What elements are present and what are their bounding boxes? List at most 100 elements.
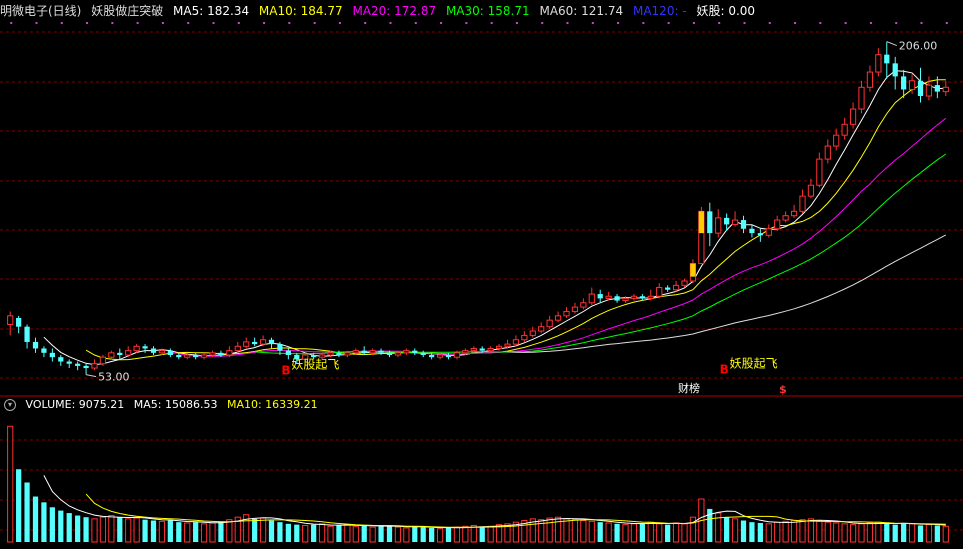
marker-dot	[187, 22, 190, 24]
collapse-icon[interactable]: ▾	[4, 399, 16, 411]
marker-dot	[111, 22, 114, 24]
candle-body	[259, 339, 267, 345]
volume-bar	[892, 524, 898, 542]
marker-dot	[212, 22, 215, 24]
candle-body	[554, 315, 562, 321]
volume-bar	[833, 522, 840, 543]
candle-body	[715, 217, 722, 234]
candle-body	[749, 228, 755, 234]
volume-bar	[681, 523, 688, 543]
candle-body	[403, 350, 410, 354]
candle-body	[512, 339, 520, 345]
volume-bar	[563, 518, 570, 543]
candle-body	[866, 71, 874, 88]
candle-body	[91, 363, 98, 369]
candle-body	[740, 220, 747, 229]
marker-dot	[35, 22, 38, 24]
volume-bar	[327, 525, 334, 543]
candle-body	[336, 352, 342, 355]
candle-body	[538, 326, 545, 332]
candle-body	[639, 296, 645, 299]
volume-bar	[765, 523, 772, 543]
volume-bar	[665, 524, 671, 542]
marker-dot	[515, 22, 518, 24]
candle-body	[361, 350, 367, 353]
candle-body	[158, 350, 166, 354]
volume-bar	[7, 425, 14, 543]
candle-body	[504, 343, 511, 347]
candle-body	[327, 352, 334, 356]
marker-dot	[541, 22, 544, 24]
volume-bar	[24, 482, 30, 542]
candle-body	[32, 341, 39, 349]
volume-bar	[875, 521, 882, 543]
marker-dot	[869, 22, 872, 24]
volume-bar	[193, 522, 199, 542]
ma60-value: MA60: 121.74	[539, 4, 624, 18]
candle-body	[252, 341, 258, 345]
candle-body	[462, 350, 469, 354]
candle-body	[99, 356, 107, 365]
candle-body	[597, 294, 603, 299]
candle-body	[580, 302, 587, 308]
volume-bar	[184, 522, 191, 543]
ma10-value: MA10: 184.77	[258, 4, 343, 18]
signal-bar	[690, 263, 696, 277]
candle-body	[470, 347, 477, 352]
candle-body	[226, 350, 233, 356]
candle-body	[133, 345, 140, 352]
marker-dot	[86, 22, 89, 24]
volume-bar	[901, 522, 907, 542]
marker-dot	[794, 22, 797, 24]
kline-chart[interactable]: 206.0053.00 B 妖股起飞 B 妖股起飞财榜 $	[0, 0, 963, 545]
candle-body	[117, 352, 123, 355]
volume-bar	[436, 528, 444, 543]
volume-bar	[724, 517, 730, 542]
volume-bar	[369, 526, 376, 543]
marker-dot	[161, 22, 164, 24]
marker-dot	[642, 22, 645, 24]
low-pointer	[85, 374, 97, 378]
volume-bar	[445, 527, 452, 542]
candle-body	[841, 123, 848, 136]
marker-dot	[389, 22, 392, 24]
marker-dot	[465, 22, 468, 24]
candle-body	[436, 354, 444, 358]
candle-body	[369, 350, 376, 354]
volume-bar	[352, 525, 359, 543]
volume-bar	[218, 521, 224, 542]
volume-bar	[49, 507, 55, 542]
volume-bar	[630, 523, 638, 543]
candle-body	[672, 284, 680, 291]
volume-bar	[824, 521, 831, 543]
candle-body	[200, 354, 208, 358]
volume-bar	[99, 516, 107, 543]
event-marker-finance: 财榜	[678, 381, 700, 395]
signal-text: 妖股起飞	[730, 356, 778, 370]
volume-bar	[386, 525, 393, 542]
marker-dot	[136, 22, 139, 24]
marker-dot	[591, 22, 594, 24]
candle-body	[875, 54, 882, 73]
marker-dot	[10, 22, 13, 24]
ma60-line	[507, 234, 947, 353]
volume-bar	[158, 520, 166, 543]
chart-area[interactable]: 206.00 53.00 B 妖股起飞 B 妖股起飞 财榜 $	[0, 0, 963, 545]
candle-body	[707, 211, 713, 234]
candle-body	[833, 134, 840, 147]
ma30-line	[254, 153, 947, 355]
candle-body	[49, 352, 55, 358]
volume-bar	[311, 524, 317, 542]
volume-bar	[268, 520, 275, 542]
volume-bar	[412, 526, 418, 542]
volume-bar	[16, 469, 22, 542]
candle-body	[790, 210, 798, 217]
ma5-value: MA5: 182.34	[173, 4, 250, 18]
candle-body	[108, 352, 115, 358]
marker-dot	[288, 22, 291, 24]
candle-body	[142, 346, 148, 349]
marker-dot	[718, 22, 721, 24]
candle-body	[184, 354, 191, 358]
volume-bar	[302, 524, 309, 543]
volume-bar	[75, 515, 81, 542]
